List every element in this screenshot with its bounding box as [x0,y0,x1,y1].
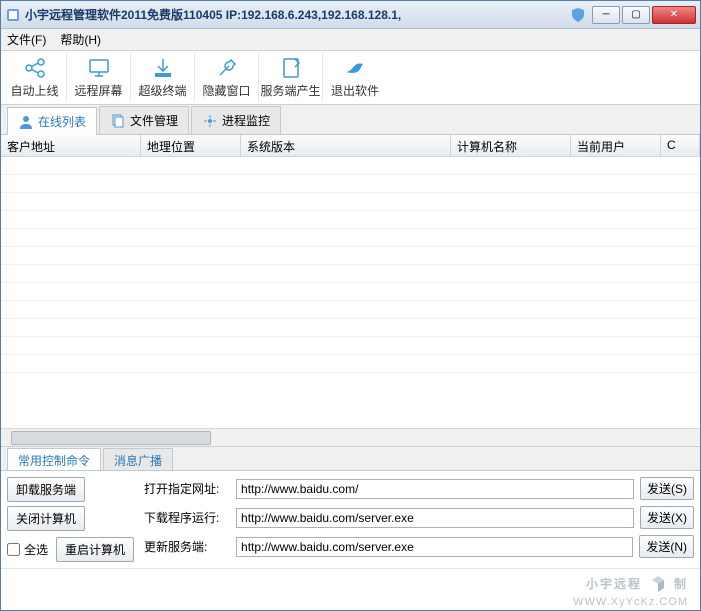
footer: 小宇远程 制 WWW.XyYcKz.COM [1,568,700,610]
col-sys-ver[interactable]: 系统版本 [241,135,451,156]
col-current-user[interactable]: 当前用户 [571,135,661,156]
table-row [1,337,700,355]
scrollbar-thumb[interactable] [11,431,211,445]
tab-label: 进程监控 [222,112,270,129]
toolbar: 自动上线 远程屏幕 超级终端 隐藏窗口 服务端产生 退出软件 [1,51,700,105]
toolbar-remote-screen[interactable]: 远程屏幕 [67,53,131,102]
user-icon [18,114,34,130]
footer-url: WWW.XyYcKz.COM [573,596,688,608]
tab-file-manage[interactable]: 文件管理 [99,106,189,134]
minimize-button[interactable]: ─ [592,6,620,24]
tab-label: 文件管理 [130,112,178,129]
toolbar-super-terminal[interactable]: 超级终端 [131,53,195,102]
send-n-button[interactable]: 发送(N) [639,535,694,558]
toolbar-label: 远程屏幕 [74,82,122,99]
toolbar-label: 隐藏窗口 [202,82,250,99]
menu-help[interactable]: 帮助(H) [60,31,101,48]
update-server-label: 更新服务端: [144,538,230,555]
command-panel: 卸载服务端 关闭计算机 全选 重启计算机 打开指定网址: 发送(S) 下载程序运… [1,470,700,568]
app-window: 小宇远程管理软件2011免费版110405 IP:192.168.6.243,1… [0,0,701,611]
download-run-input[interactable] [236,508,634,528]
download-run-label: 下载程序运行: [144,509,230,526]
bottom-tabs: 常用控制命令 消息广播 [1,446,700,470]
tab-common-cmd[interactable]: 常用控制命令 [7,448,101,470]
uninstall-server-button[interactable]: 卸载服务端 [7,477,85,502]
table-row [1,229,700,247]
open-url-input[interactable] [236,479,634,499]
shutdown-computer-button[interactable]: 关闭计算机 [7,506,85,531]
download-icon [151,56,175,80]
list-header: 客户地址 地理位置 系统版本 计算机名称 当前用户 C [1,135,700,157]
list-body[interactable] [1,157,700,428]
left-buttons: 卸载服务端 关闭计算机 全选 重启计算机 [7,477,134,562]
tab-online-list[interactable]: 在线列表 [7,107,97,135]
col-client-addr[interactable]: 客户地址 [1,135,141,156]
table-row [1,175,700,193]
select-all-checkbox[interactable] [7,543,20,556]
update-server-input[interactable] [236,537,633,557]
titlebar: 小宇远程管理软件2011免费版110405 IP:192.168.6.243,1… [1,1,700,29]
window-controls: ─ ▢ ✕ [592,6,696,24]
table-row [1,247,700,265]
note-icon [279,56,303,80]
shield-icon [570,7,586,23]
menu-file[interactable]: 文件(F) [7,31,46,48]
toolbar-label: 超级终端 [138,82,186,99]
menubar: 文件(F) 帮助(H) [1,29,700,51]
command-rows: 打开指定网址: 发送(S) 下载程序运行: 发送(X) 更新服务端: 发送(N) [144,477,694,562]
tab-label: 在线列表 [38,113,86,130]
share-icon [23,56,47,80]
main-tabs: 在线列表 文件管理 进程监控 [1,105,700,135]
select-all-label: 全选 [24,541,48,558]
send-s-button[interactable]: 发送(S) [640,477,694,500]
maximize-button[interactable]: ▢ [622,6,650,24]
logo-icon [646,572,670,596]
table-row [1,283,700,301]
toolbar-auto-online[interactable]: 自动上线 [3,53,67,102]
table-row [1,355,700,373]
toolbar-server-generate[interactable]: 服务端产生 [259,53,323,102]
col-geo[interactable]: 地理位置 [141,135,241,156]
tab-process-monitor[interactable]: 进程监控 [191,106,281,134]
col-computer-name[interactable]: 计算机名称 [451,135,571,156]
horizontal-scrollbar[interactable] [1,428,700,446]
tab-broadcast[interactable]: 消息广播 [103,448,173,470]
process-icon [202,113,218,129]
app-icon [5,7,21,23]
table-row [1,319,700,337]
toolbar-hide-window[interactable]: 隐藏窗口 [195,53,259,102]
table-row [1,265,700,283]
monitor-icon [87,56,111,80]
table-row [1,301,700,319]
toolbar-label: 服务端产生 [260,82,320,99]
restart-computer-button[interactable]: 重启计算机 [56,537,134,562]
col-c[interactable]: C [661,135,700,156]
files-icon [110,113,126,129]
toolbar-label: 自动上线 [10,82,58,99]
bird-icon [343,56,367,80]
close-button[interactable]: ✕ [652,6,696,24]
table-row [1,211,700,229]
send-x-button[interactable]: 发送(X) [640,506,694,529]
window-title: 小宇远程管理软件2011免费版110405 IP:192.168.6.243,1… [25,6,570,23]
open-url-label: 打开指定网址: [144,480,230,497]
table-row [1,193,700,211]
table-row [1,157,700,175]
toolbar-label: 退出软件 [331,82,379,99]
toolbar-exit-software[interactable]: 退出软件 [323,53,387,102]
client-list: 客户地址 地理位置 系统版本 计算机名称 当前用户 C [1,135,700,446]
wrench-icon [215,56,239,80]
footer-brand: 小宇远程 制 [586,572,688,596]
